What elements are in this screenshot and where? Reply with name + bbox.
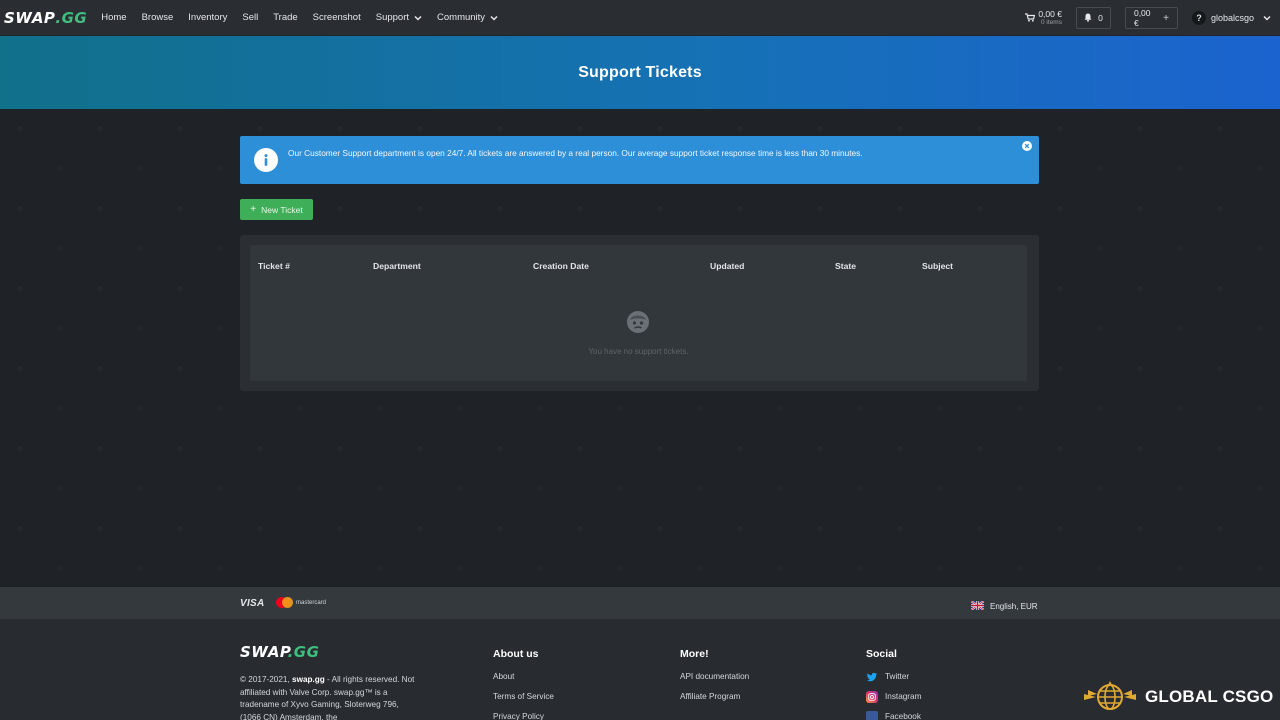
facebook-icon bbox=[866, 711, 878, 720]
chevron-down-icon bbox=[490, 15, 498, 21]
alert-message: Our Customer Support department is open … bbox=[288, 148, 863, 158]
tickets-table: Ticket # Department Creation Date Update… bbox=[250, 245, 1027, 381]
nav-inventory[interactable]: Inventory bbox=[188, 12, 227, 23]
chevron-down-icon bbox=[414, 15, 422, 21]
nav-support-label: Support bbox=[375, 12, 410, 23]
nav-support-dropdown[interactable]: Support bbox=[376, 12, 422, 23]
nav-community-dropdown[interactable]: Community bbox=[437, 12, 498, 23]
cart-button[interactable]: 0,00 € 0 items bbox=[1025, 9, 1062, 27]
column-header-updated[interactable]: Updated bbox=[710, 261, 744, 271]
nav-trade[interactable]: Trade bbox=[273, 12, 297, 23]
nav-links: Home Browse Inventory Sell Trade Screens… bbox=[101, 12, 513, 23]
nav-browse[interactable]: Browse bbox=[142, 12, 174, 23]
cart-item-count: 0 items bbox=[1041, 18, 1062, 26]
mastercard-orange-circle bbox=[282, 597, 293, 608]
mastercard-label: mastercard bbox=[296, 599, 327, 606]
logo-text-swap: SWAP bbox=[4, 8, 56, 27]
footer-column-social: Social Twitter Instagram Facebook bbox=[866, 648, 921, 720]
column-header-creation-date[interactable]: Creation Date bbox=[533, 261, 589, 271]
footer-heading-social: Social bbox=[866, 648, 897, 660]
copyright-text: © 2017-2021, swap.gg - All rights reserv… bbox=[240, 674, 420, 720]
info-alert: Our Customer Support department is open … bbox=[240, 136, 1039, 184]
footer-link-privacy[interactable]: Privacy Policy bbox=[493, 712, 554, 720]
twitter-icon bbox=[866, 671, 878, 683]
balance-button[interactable]: 0,00 € + bbox=[1124, 7, 1178, 29]
cart-icon bbox=[1025, 9, 1036, 27]
copyright-prefix: © 2017-2021, bbox=[240, 675, 293, 684]
footer-column-more: More! API documentation Affiliate Progra… bbox=[680, 648, 749, 712]
facebook-label: Facebook bbox=[885, 712, 921, 720]
info-icon bbox=[254, 148, 278, 172]
footer-link-api-docs[interactable]: API documentation bbox=[680, 672, 749, 692]
notifications-button[interactable]: 0 bbox=[1075, 7, 1111, 29]
footer-logo-text-gg: .GG bbox=[287, 643, 320, 661]
chevron-down-icon bbox=[1263, 15, 1271, 21]
footer-heading-more: More! bbox=[680, 648, 709, 660]
avatar: ? bbox=[1191, 11, 1206, 25]
close-icon[interactable] bbox=[1022, 141, 1032, 151]
instagram-label: Instagram bbox=[885, 692, 922, 701]
column-header-subject[interactable]: Subject bbox=[922, 261, 953, 271]
watermark-logo: GLOBAL CSGO bbox=[1082, 680, 1273, 714]
new-ticket-label: New Ticket bbox=[261, 204, 303, 215]
watermark-text: GLOBAL CSGO bbox=[1145, 687, 1274, 706]
language-selector[interactable]: English, EUR bbox=[970, 597, 1038, 615]
footer-logo[interactable]: SWAP.GG bbox=[240, 643, 319, 661]
tickets-panel: Ticket # Department Creation Date Update… bbox=[240, 235, 1039, 391]
column-header-ticket[interactable]: Ticket # bbox=[258, 261, 290, 271]
nav-community-label: Community bbox=[437, 12, 486, 23]
payments-bar: VISA mastercard English, EUR bbox=[0, 587, 1280, 619]
page-header-banner: Support Tickets bbox=[0, 36, 1280, 109]
nav-screenshot[interactable]: Screenshot bbox=[313, 12, 361, 23]
new-ticket-button[interactable]: + New Ticket bbox=[240, 199, 313, 220]
site-logo[interactable]: SWAP .GG bbox=[4, 9, 87, 27]
footer-logo-text-swap: SWAP bbox=[240, 643, 288, 661]
user-menu[interactable]: ? globalcsgo bbox=[1191, 11, 1271, 25]
nav-sell[interactable]: Sell bbox=[242, 12, 258, 23]
footer-link-affiliate[interactable]: Affiliate Program bbox=[680, 692, 749, 712]
uk-flag-icon bbox=[970, 597, 985, 615]
cart-amount: 0,00 € bbox=[1038, 9, 1062, 19]
footer-link-twitter[interactable]: Twitter bbox=[866, 672, 921, 692]
nav-right: 0,00 € 0 items 0 0,00 € + ? globalcsgo bbox=[1025, 0, 1280, 36]
add-funds-icon: + bbox=[1163, 12, 1169, 24]
plus-icon: + bbox=[250, 204, 257, 215]
top-navbar: SWAP .GG Home Browse Inventory Sell Trade… bbox=[0, 0, 1280, 36]
footer-column-about: About us About Terms of Service Privacy … bbox=[493, 648, 554, 720]
mastercard-logo: mastercard bbox=[276, 597, 326, 608]
username: globalcsgo bbox=[1210, 13, 1254, 23]
logo-text-gg: .GG bbox=[55, 8, 88, 27]
bell-icon bbox=[1084, 13, 1092, 24]
nav-home[interactable]: Home bbox=[101, 12, 126, 23]
footer-link-terms[interactable]: Terms of Service bbox=[493, 692, 554, 712]
instagram-icon bbox=[866, 691, 878, 703]
visa-logo: VISA bbox=[240, 598, 265, 609]
column-header-state[interactable]: State bbox=[835, 261, 856, 271]
language-label: English, EUR bbox=[990, 601, 1038, 611]
sad-face-icon bbox=[626, 310, 650, 334]
globe-emblem-icon bbox=[1082, 678, 1138, 717]
footer-link-instagram[interactable]: Instagram bbox=[866, 691, 922, 712]
copyright-site: swap.gg bbox=[292, 675, 325, 684]
column-header-department[interactable]: Department bbox=[373, 261, 421, 271]
empty-state-text: You have no support tickets. bbox=[588, 347, 689, 356]
footer-link-facebook[interactable]: Facebook bbox=[866, 711, 921, 720]
page-title: Support Tickets bbox=[578, 63, 702, 81]
notification-count: 0 bbox=[1098, 13, 1103, 23]
footer-link-about[interactable]: About bbox=[493, 672, 554, 692]
footer-heading-about: About us bbox=[493, 648, 539, 660]
twitter-label: Twitter bbox=[885, 672, 910, 681]
balance-amount: 0,00 € bbox=[1133, 8, 1151, 28]
